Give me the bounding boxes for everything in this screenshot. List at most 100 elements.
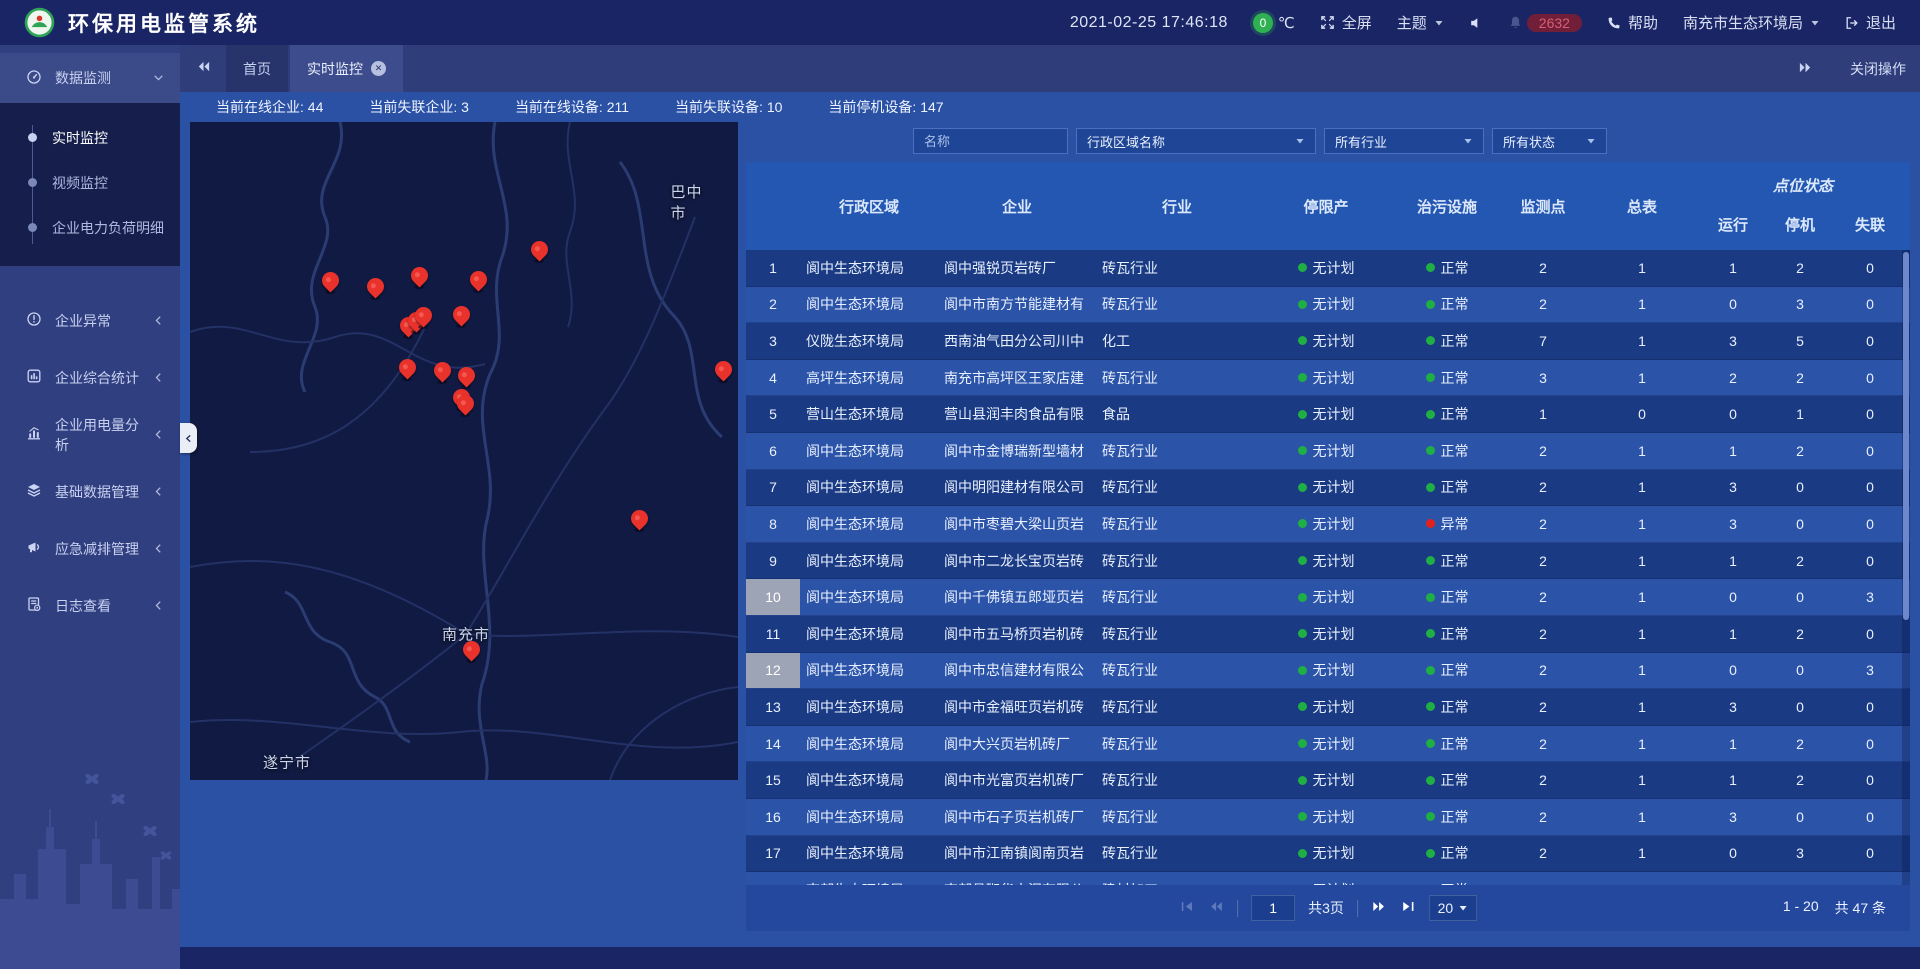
sidebar-item-5[interactable]: 应急减排管理 (0, 520, 180, 577)
chevron-left-icon (153, 313, 164, 329)
last-page-button[interactable] (1400, 899, 1416, 917)
industry-filter-select[interactable]: 所有行业 (1324, 128, 1484, 154)
sidebar-item-4[interactable]: 基础数据管理 (0, 463, 180, 520)
tab-close-icon[interactable]: ✕ (371, 61, 386, 76)
cell-company: 阆中市枣碧大梁山页岩 (938, 506, 1096, 542)
cell-lost: 0 (1832, 506, 1908, 542)
sidebar-subitem[interactable]: 实时监控 (0, 115, 180, 160)
cell-stopped: 3 (1768, 287, 1832, 323)
table-row[interactable]: 12 阆中生态环境局 阆中市忠信建材有限公 砖瓦行业 无计划 正常 2 1 0 … (746, 653, 1910, 690)
sidebar-subitem[interactable]: 视频监控 (0, 160, 180, 205)
scrollbar-thumb[interactable] (1903, 252, 1909, 620)
cell-company: 阆中市金福旺页岩机砖 (938, 689, 1096, 725)
table-row[interactable]: 13 阆中生态环境局 阆中市金福旺页岩机砖 砖瓦行业 无计划 正常 2 1 3 … (746, 689, 1910, 726)
tab-scroll-left-button[interactable] (180, 59, 226, 79)
table-row[interactable]: 7 阆中生态环境局 阆中明阳建材有限公司 砖瓦行业 无计划 正常 2 1 3 0… (746, 470, 1910, 507)
sub-column-header-2: 失联 (1832, 198, 1908, 250)
temperature-indicator: 0 ℃ (1253, 13, 1295, 33)
cell-monitor-points: 2 (1500, 653, 1586, 689)
logout-button[interactable]: 退出 (1845, 12, 1896, 33)
table-row[interactable]: 5 营山生态环境局 营山县润丰肉食品有限 食品 无计划 正常 1 0 0 1 0 (746, 396, 1910, 433)
org-menu[interactable]: 南充市生态环境局 (1683, 12, 1820, 33)
cell-lost: 0 (1832, 689, 1908, 725)
first-page-button[interactable] (1179, 899, 1195, 917)
notifications-button[interactable]: 2632 (1508, 14, 1582, 32)
map-panel[interactable]: 巴中市南充市遂宁市 (190, 122, 738, 780)
double-right-icon (1798, 60, 1813, 78)
bell-icon (1508, 15, 1523, 30)
table-row[interactable]: 4 高坪生态环境局 南充市高坪区王家店建 砖瓦行业 无计划 正常 3 1 2 2… (746, 360, 1910, 397)
sidebar-item-0[interactable]: 数据监测 (0, 53, 180, 103)
page-size-select[interactable]: 20 (1429, 895, 1477, 921)
page-first-icon (1179, 899, 1195, 917)
page-number-input[interactable]: 1 (1251, 895, 1295, 921)
table-row[interactable]: 2 阆中生态环境局 阆中市南方节能建材有 砖瓦行业 无计划 正常 2 1 0 3… (746, 287, 1910, 324)
cell-region: 阆中生态环境局 (800, 470, 938, 506)
tab-scroll-right-button[interactable] (1782, 60, 1828, 78)
page-size-value: 20 (1438, 900, 1454, 916)
cell-company: 阆中明阳建材有限公司 (938, 470, 1096, 506)
cell-company: 阆中千佛镇五郎垭页岩 (938, 579, 1096, 615)
fullscreen-button[interactable]: 全屏 (1320, 12, 1372, 33)
table-row[interactable]: 18 南部生态环境局 南部县砌华水泥有限公 建材加工 无计划 正常 6 0 0 … (746, 872, 1910, 885)
sidebar-item-6[interactable]: 日志查看 (0, 577, 180, 634)
mute-button[interactable] (1469, 16, 1483, 30)
table-row[interactable]: 9 阆中生态环境局 阆中市二龙长宝页岩砖 砖瓦行业 无计划 正常 2 1 1 2… (746, 543, 1910, 580)
row-index: 18 (746, 872, 800, 885)
table-row[interactable]: 16 阆中生态环境局 阆中市石子页岩机砖厂 砖瓦行业 无计划 正常 2 1 3 … (746, 799, 1910, 836)
app-window: 环保用电监管系统 2021-02-25 17:46:18 0 ℃ 全屏 主题 2… (0, 0, 1920, 969)
table-row[interactable]: 14 阆中生态环境局 阆中大兴页岩机砖厂 砖瓦行业 无计划 正常 2 1 1 2… (746, 726, 1910, 763)
name-filter-input[interactable] (913, 128, 1068, 154)
stat-value: 3 (461, 99, 469, 115)
cell-total-meters: 1 (1586, 799, 1698, 835)
cell-lost: 3 (1832, 579, 1908, 615)
cell-monitor-points: 7 (1500, 323, 1586, 359)
cell-company: 阆中市江南镇阆南页岩 (938, 836, 1096, 872)
sidebar-subitem[interactable]: 企业电力负荷明细 (0, 205, 180, 250)
cell-facility-status: 正常 (1394, 287, 1500, 323)
table-scrollbar[interactable] (1902, 250, 1910, 885)
sidebar-item-1[interactable]: 企业异常 (0, 292, 180, 349)
cell-monitor-points: 2 (1500, 579, 1586, 615)
table-row[interactable]: 10 阆中生态环境局 阆中千佛镇五郎垭页岩 砖瓦行业 无计划 正常 2 1 0 … (746, 579, 1910, 616)
help-button[interactable]: 帮助 (1607, 12, 1658, 33)
stat-value: 44 (308, 99, 324, 115)
cell-total-meters: 1 (1586, 579, 1698, 615)
stat-label: 当前失联设备: (675, 99, 767, 115)
chevron-left-icon (153, 598, 164, 614)
table-row[interactable]: 6 阆中生态环境局 阆中市金博瑞新型墙材 砖瓦行业 无计划 正常 2 1 1 2… (746, 433, 1910, 470)
sidebar-item-3[interactable]: 企业用电量分析 (0, 406, 180, 463)
cell-total-meters: 1 (1586, 250, 1698, 286)
table-row[interactable]: 15 阆中生态环境局 阆中市光富页岩机砖厂 砖瓦行业 无计划 正常 2 1 1 … (746, 762, 1910, 799)
prev-page-button[interactable] (1208, 899, 1224, 917)
double-left-icon (196, 59, 211, 79)
sidebar-submenu: 实时监控视频监控企业电力负荷明细 (0, 103, 180, 266)
table-row[interactable]: 3 仪陇生态环境局 西南油气田分公司川中 化工 无计划 正常 7 1 3 5 0 (746, 323, 1910, 360)
cell-region: 阆中生态环境局 (800, 250, 938, 286)
cell-facility-status: 正常 (1394, 323, 1500, 359)
tab-实时监控[interactable]: 实时监控 ✕ (290, 45, 403, 92)
next-page-button[interactable] (1371, 899, 1387, 917)
tab-首页[interactable]: 首页 (226, 45, 288, 92)
log-icon (26, 596, 42, 615)
status-filter-select[interactable]: 所有状态 (1492, 128, 1607, 154)
table-row[interactable]: 17 阆中生态环境局 阆中市江南镇阆南页岩 砖瓦行业 无计划 正常 2 1 0 … (746, 836, 1910, 873)
pagination-info: 1 - 20 共 47 条 (1783, 898, 1886, 918)
sidebar-collapse-handle[interactable] (180, 423, 197, 453)
cell-region: 阆中生态环境局 (800, 543, 938, 579)
table-row[interactable]: 11 阆中生态环境局 阆中市五马桥页岩机砖 砖瓦行业 无计划 正常 2 1 1 … (746, 616, 1910, 653)
sub-column-header-1: 停机 (1768, 198, 1832, 250)
cell-industry: 砖瓦行业 (1096, 762, 1258, 798)
theme-menu[interactable]: 主题 (1397, 12, 1444, 33)
row-index: 15 (746, 762, 800, 798)
cell-limit-status: 无计划 (1258, 396, 1394, 432)
sidebar-item-2[interactable]: 企业综合统计 (0, 349, 180, 406)
green-dot-icon (1298, 300, 1307, 309)
close-operations-button[interactable]: 关闭操作 (1850, 59, 1906, 79)
table-row[interactable]: 8 阆中生态环境局 阆中市枣碧大梁山页岩 砖瓦行业 无计划 异常 2 1 3 0… (746, 506, 1910, 543)
table-row[interactable]: 1 阆中生态环境局 阆中强锐页岩砖厂 砖瓦行业 无计划 正常 2 1 1 2 0 (746, 250, 1910, 287)
row-index: 11 (746, 616, 800, 652)
cell-total-meters: 1 (1586, 762, 1698, 798)
region-filter-select[interactable]: 行政区域名称 (1076, 128, 1316, 154)
stat-item: 当前在线设备: 211 (515, 97, 629, 117)
